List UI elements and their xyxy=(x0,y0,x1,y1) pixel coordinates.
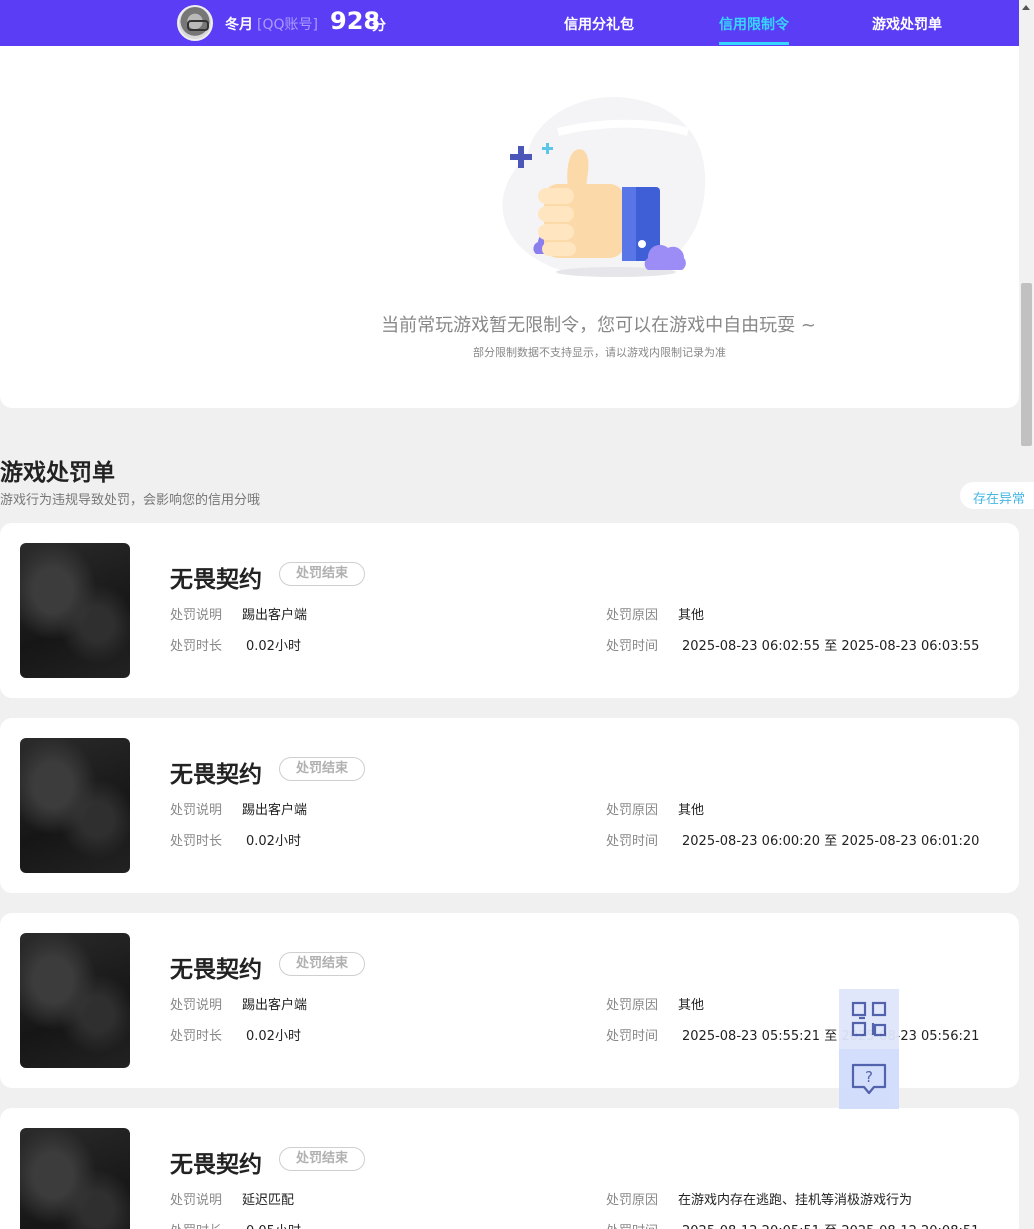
game-cover-image xyxy=(20,738,130,873)
penalty-reason-label: 处罚原因 xyxy=(606,803,659,818)
status-badge: 处罚结束 xyxy=(279,562,365,586)
tab-game-penalty[interactable]: 游戏处罚单 xyxy=(872,14,942,34)
penalty-reason-value: 在游戏内存在逃跑、挂机等消极游戏行为 xyxy=(678,1193,913,1208)
game-name: 无畏契约 xyxy=(170,957,262,983)
penalty-duration-label: 处罚时长 xyxy=(170,639,223,654)
penalty-reason-value: 其他 xyxy=(678,803,705,818)
floating-toolbar: ? xyxy=(839,989,899,1109)
penalty-card[interactable]: 无畏契约 处罚结束 处罚说明 踢出客户端 处罚时长 0.02小时 处罚原因 其他… xyxy=(0,523,1019,698)
penalty-desc-label: 处罚说明 xyxy=(170,803,223,818)
help-feedback-button[interactable]: ? xyxy=(839,1049,899,1109)
penalty-card[interactable]: 无畏契约 处罚结束 处罚说明 踢出客户端 处罚时长 0.02小时 处罚原因 其他… xyxy=(0,718,1019,893)
penalty-reason-label: 处罚原因 xyxy=(606,608,659,623)
empty-state-title: 当前常玩游戏暂无限制令，您可以在游戏中自由玩耍 ~ xyxy=(381,315,816,336)
penalty-section-description: 游戏行为违规导致处罚，会影响您的信用分哦 xyxy=(0,493,261,508)
scroll-up-arrow-icon[interactable] xyxy=(1022,5,1030,10)
user-name: 冬月 xyxy=(225,17,253,33)
avatar[interactable] xyxy=(177,5,213,41)
qr-code-icon xyxy=(851,1001,887,1037)
penalty-time-label: 处罚时间 xyxy=(606,834,659,849)
thumbs-up-icon xyxy=(502,96,706,277)
penalty-duration-value: 0.02小时 xyxy=(246,639,301,654)
status-badge: 处罚结束 xyxy=(279,1147,365,1171)
credit-score-unit: 分 xyxy=(372,18,386,34)
penalty-reason-value: 其他 xyxy=(678,998,705,1013)
game-cover-image xyxy=(20,933,130,1068)
penalty-duration-value: 0.02小时 xyxy=(246,834,301,849)
penalty-section-title: 游戏处罚单 xyxy=(0,460,115,486)
svg-text:?: ? xyxy=(865,1068,873,1086)
status-badge: 处罚结束 xyxy=(279,757,365,781)
penalty-desc-value: 延迟匹配 xyxy=(242,1193,295,1208)
penalty-time-value: 2025-08-23 06:00:20 至 2025-08-23 06:01:2… xyxy=(682,834,980,849)
game-name: 无畏契约 xyxy=(170,1152,262,1178)
game-name: 无畏契约 xyxy=(170,762,262,788)
empty-state-note: 部分限制数据不支持显示，请以游戏内限制记录为准 xyxy=(473,346,726,359)
help-chat-icon: ? xyxy=(851,1063,887,1095)
penalty-reason-label: 处罚原因 xyxy=(606,998,659,1013)
penalty-desc-label: 处罚说明 xyxy=(170,998,223,1013)
active-tab-indicator xyxy=(719,42,789,45)
penalty-desc-value: 踢出客户端 xyxy=(242,803,308,818)
page: 冬月 [QQ账号] 928 分 信用分礼包 信用限制令 游戏处罚单 当前常玩游戏… xyxy=(0,0,1034,1229)
penalty-reason-value: 其他 xyxy=(678,608,705,623)
penalty-duration-label: 处罚时长 xyxy=(170,1220,222,1229)
penalty-time-value: 2025-08-23 06:02:55 至 2025-08-23 06:03:5… xyxy=(682,639,980,654)
penalty-time-value: 2025-08-23 05:55:21 至 2025-08-23 05:56:2… xyxy=(682,1029,980,1044)
penalty-card[interactable]: 无畏契约 处罚结束 处罚说明 延迟匹配 处罚时长 0.05小时 处罚原因 在游戏… xyxy=(0,1108,1019,1229)
penalty-duration-label: 处罚时长 xyxy=(170,834,223,849)
status-badge: 处罚结束 xyxy=(279,952,365,976)
penalty-desc-value: 踢出客户端 xyxy=(242,608,308,623)
qr-code-button[interactable] xyxy=(839,989,899,1049)
scrollbar[interactable] xyxy=(1019,0,1034,1229)
penalty-duration-value: 0.02小时 xyxy=(246,1029,301,1044)
penalty-duration-label: 处罚时长 xyxy=(170,1029,223,1044)
top-nav-bar: 冬月 [QQ账号] 928 分 信用分礼包 信用限制令 游戏处罚单 xyxy=(0,0,1019,46)
penalty-desc-label: 处罚说明 xyxy=(170,1193,223,1208)
game-cover-image xyxy=(20,543,130,678)
game-cover-image xyxy=(20,1128,130,1229)
appeal-button[interactable]: 存在异常 xyxy=(960,482,1034,509)
penalty-reason-label: 处罚原因 xyxy=(606,1193,659,1208)
penalty-desc-value: 踢出客户端 xyxy=(242,998,308,1013)
scrollbar-thumb[interactable] xyxy=(1021,283,1032,446)
account-type: [QQ账号] xyxy=(257,17,318,33)
penalty-time-value: 2025-08-12 20:05:51 至 2025-08-12 20:08:5… xyxy=(682,1220,979,1229)
penalty-duration-value: 0.05小时 xyxy=(246,1220,301,1229)
penalty-time-label: 处罚时间 xyxy=(606,1220,658,1229)
penalty-time-label: 处罚时间 xyxy=(606,1029,659,1044)
tab-credit-gift[interactable]: 信用分礼包 xyxy=(564,14,634,34)
game-name: 无畏契约 xyxy=(170,567,262,593)
tab-credit-restriction[interactable]: 信用限制令 xyxy=(719,14,789,34)
penalty-desc-label: 处罚说明 xyxy=(170,608,223,623)
penalty-time-label: 处罚时间 xyxy=(606,639,659,654)
